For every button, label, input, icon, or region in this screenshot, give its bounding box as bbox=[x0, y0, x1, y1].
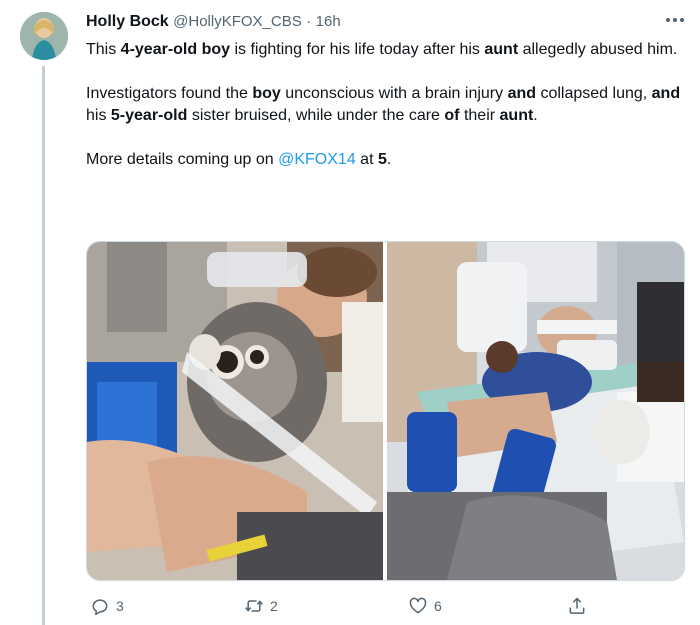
retweet-count: 2 bbox=[270, 598, 278, 614]
mention-link[interactable]: @KFOX14 bbox=[278, 151, 356, 168]
share-icon bbox=[569, 597, 585, 614]
bold-text: aunt bbox=[484, 41, 519, 58]
retweet-icon bbox=[245, 600, 263, 612]
reply-count: 3 bbox=[116, 598, 124, 614]
text-segment: is fighting for his life today after his bbox=[230, 41, 485, 58]
bold-text: aunt bbox=[499, 107, 534, 124]
tweet-paragraph-2: Investigators found the boy unconscious … bbox=[86, 83, 686, 127]
tweet-media[interactable] bbox=[86, 241, 685, 581]
text-segment: unconscious with a brain injury bbox=[280, 85, 508, 102]
text-segment: his bbox=[86, 107, 111, 124]
more-horizontal-icon[interactable] bbox=[664, 12, 686, 28]
text-segment: their bbox=[459, 107, 500, 124]
photo-child-with-plush[interactable] bbox=[87, 242, 383, 580]
like-count: 6 bbox=[434, 598, 442, 614]
bold-text: 5-year-old bbox=[110, 107, 188, 124]
avatar[interactable] bbox=[20, 12, 68, 60]
tweet-paragraph-3: More details coming up on @KFOX14 at 5. bbox=[86, 149, 686, 171]
bold-text: of bbox=[444, 107, 460, 124]
tweet-text: This 4-year-old boy is fighting for his … bbox=[86, 39, 686, 171]
text-segment: . bbox=[386, 151, 392, 168]
tweet-paragraph-1: This 4-year-old boy is fighting for his … bbox=[86, 39, 686, 61]
text-segment: collapsed lung, bbox=[536, 85, 652, 102]
text-segment: at bbox=[355, 151, 378, 168]
separator-dot: · bbox=[306, 13, 312, 30]
bold-text: and bbox=[651, 85, 681, 102]
reply-icon bbox=[92, 599, 108, 616]
tweet-header: Holly Bock @HollyKFOX_CBS · 16h bbox=[86, 12, 660, 32]
text-segment: sister bruised, while under the care bbox=[187, 107, 445, 124]
tweet-actions: 3 2 6 bbox=[86, 592, 606, 620]
reply-button[interactable]: 3 bbox=[90, 592, 124, 620]
photo-child-hospital-bed[interactable] bbox=[387, 242, 684, 580]
text-segment: This bbox=[86, 41, 121, 58]
text-segment: allegedly abused him. bbox=[518, 41, 678, 58]
tweet[interactable]: Holly Bock @HollyKFOX_CBS · 16h This 4-y… bbox=[0, 0, 700, 625]
text-segment: Investigators found the bbox=[86, 85, 253, 102]
author-handle[interactable]: @HollyKFOX_CBS bbox=[173, 13, 302, 30]
retweet-button[interactable]: 2 bbox=[244, 592, 278, 620]
text-segment: More details coming up on bbox=[86, 151, 279, 168]
author-name[interactable]: Holly Bock bbox=[86, 13, 169, 30]
text-segment: . bbox=[533, 107, 538, 124]
share-button[interactable] bbox=[567, 592, 587, 620]
heart-icon bbox=[409, 597, 427, 614]
like-button[interactable]: 6 bbox=[408, 592, 442, 620]
bold-text: 4-year-old boy bbox=[120, 41, 231, 58]
bold-text: and bbox=[507, 85, 537, 102]
tweet-timestamp[interactable]: 16h bbox=[316, 13, 341, 30]
bold-text: 5 bbox=[377, 151, 387, 168]
bold-text: boy bbox=[252, 85, 281, 102]
thread-line bbox=[42, 66, 45, 625]
